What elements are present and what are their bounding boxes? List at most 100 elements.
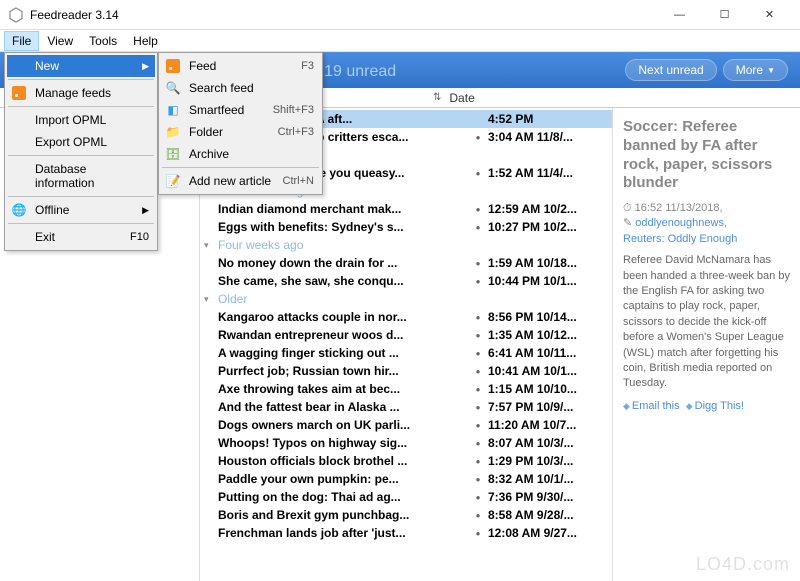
article-date: 10:27 PM 10/2... bbox=[488, 220, 608, 234]
article-title: Axe throwing takes aim at bec... bbox=[218, 382, 468, 396]
separator bbox=[8, 155, 154, 156]
article-date: 12:08 AM 9/27... bbox=[488, 526, 608, 540]
article-row[interactable]: Dogs owners march on UK parli...●11:20 A… bbox=[200, 416, 612, 434]
menu-offline[interactable]: 🌐Offline▶ bbox=[7, 199, 155, 221]
folder-icon: 📁 bbox=[165, 124, 181, 140]
menu-import-label: Import OPML bbox=[35, 113, 106, 127]
bullet-icon: ◆ bbox=[623, 401, 630, 411]
menu-help[interactable]: Help bbox=[125, 31, 166, 51]
article-row[interactable]: No money down the drain for ...●1:59 AM … bbox=[200, 254, 612, 272]
submenu-folder[interactable]: 📁 Folder Ctrl+F3 bbox=[161, 121, 320, 143]
preview-body: Referee David McNamara has been handed a… bbox=[623, 253, 790, 392]
article-date: 8:07 AM 10/3/... bbox=[488, 436, 608, 450]
article-row[interactable]: A wagging finger sticking out ...●6:41 A… bbox=[200, 344, 612, 362]
menu-manage-feeds[interactable]: Manage feeds bbox=[7, 82, 155, 104]
submenu-search-feed[interactable]: 🔍 Search feed bbox=[161, 77, 320, 99]
collapse-icon[interactable]: ▾ bbox=[204, 294, 218, 305]
article-row[interactable]: Eggs with benefits: Sydney's s...●10:27 … bbox=[200, 218, 612, 236]
article-date: 6:41 AM 10/11... bbox=[488, 346, 608, 360]
submenu-search-label: Search feed bbox=[189, 81, 254, 95]
column-date[interactable]: Date bbox=[441, 91, 482, 105]
menu-manage-label: Manage feeds bbox=[35, 86, 111, 100]
window-controls: — ☐ ✕ bbox=[657, 1, 792, 29]
submenu-feed[interactable]: FeedF3 bbox=[161, 55, 320, 77]
shortcut-label: Ctrl+F3 bbox=[278, 126, 314, 138]
search-icon: 🔍 bbox=[165, 80, 181, 96]
close-button[interactable]: ✕ bbox=[747, 1, 792, 29]
preview-meta: ⏱ 16:52 11/13/2018, ✎ oddlyenoughnews, R… bbox=[623, 201, 790, 247]
shortcut-label: F10 bbox=[130, 231, 149, 243]
article-row[interactable]: And the fattest bear in Alaska ...●7:57 … bbox=[200, 398, 612, 416]
unread-count: 19 unread bbox=[324, 63, 396, 81]
more-button[interactable]: More▼ bbox=[723, 59, 788, 81]
article-row[interactable]: Rwandan entrepreneur woos d...●1:35 AM 1… bbox=[200, 326, 612, 344]
menu-new-label: New bbox=[35, 59, 59, 73]
collapse-icon[interactable]: ▾ bbox=[204, 240, 218, 251]
article-date: 12:59 AM 10/2... bbox=[488, 202, 608, 216]
submenu-add-article[interactable]: 📝Add new articleCtrl+N bbox=[161, 170, 320, 192]
menu-new[interactable]: New▶ bbox=[7, 55, 155, 77]
article-row[interactable]: Boris and Brexit gym punchbag...●8:58 AM… bbox=[200, 506, 612, 524]
watermark: LO4D.com bbox=[696, 554, 790, 575]
shortcut-label: F3 bbox=[301, 60, 314, 72]
window-title: Feedreader 3.14 bbox=[30, 8, 657, 22]
more-label: More bbox=[736, 63, 763, 77]
article-title: Kangaroo attacks couple in nor... bbox=[218, 310, 468, 324]
preview-author-link[interactable]: oddlyenoughnews bbox=[635, 217, 724, 229]
article-row[interactable]: Axe throwing takes aim at bec...●1:15 AM… bbox=[200, 380, 612, 398]
article-date: 7:36 PM 9/30/... bbox=[488, 490, 608, 504]
article-icon: 📝 bbox=[165, 173, 181, 189]
preview-actions: ◆Email this ◆Digg This! bbox=[623, 400, 790, 412]
email-link[interactable]: Email this bbox=[632, 400, 680, 412]
digg-link[interactable]: Digg This! bbox=[695, 400, 744, 412]
article-title: No money down the drain for ... bbox=[218, 256, 468, 270]
group-header[interactable]: ▾Four weeks ago bbox=[200, 236, 612, 254]
article-title: Dogs owners march on UK parli... bbox=[218, 418, 468, 432]
article-row[interactable]: Putting on the dog: Thai ad ag...●7:36 P… bbox=[200, 488, 612, 506]
submenu-archive-label: Archive bbox=[189, 147, 229, 161]
menu-exit-label: Exit bbox=[35, 230, 55, 244]
article-date: 4:52 PM bbox=[488, 112, 608, 126]
menu-exit[interactable]: Exit F10 bbox=[7, 226, 155, 248]
article-date: 1:15 AM 10/10... bbox=[488, 382, 608, 396]
menu-export-opml[interactable]: Export OPML bbox=[7, 131, 155, 153]
submenu-smartfeed[interactable]: ◧SmartfeedShift+F3 bbox=[161, 99, 320, 121]
article-date: 11:20 AM 10/7... bbox=[488, 418, 608, 432]
menu-db-info[interactable]: Database information bbox=[7, 158, 155, 194]
menu-file[interactable]: File bbox=[4, 31, 39, 51]
minimize-button[interactable]: — bbox=[657, 1, 702, 29]
menu-view[interactable]: View bbox=[39, 31, 81, 51]
article-row[interactable]: Paddle your own pumpkin: pe...●8:32 AM 1… bbox=[200, 470, 612, 488]
submenu-folder-label: Folder bbox=[189, 125, 223, 139]
article-row[interactable]: Houston officials block brothel ...●1:29… bbox=[200, 452, 612, 470]
maximize-button[interactable]: ☐ bbox=[702, 1, 747, 29]
separator bbox=[8, 196, 154, 197]
article-date: 1:59 AM 10/18... bbox=[488, 256, 608, 270]
pencil-icon: ✎ bbox=[623, 217, 632, 229]
smartfeed-icon: ◧ bbox=[165, 102, 181, 118]
article-row[interactable]: Kangaroo attacks couple in nor...●8:56 P… bbox=[200, 308, 612, 326]
article-row[interactable]: Frenchman lands job after 'just...●12:08… bbox=[200, 524, 612, 542]
article-title: Boris and Brexit gym punchbag... bbox=[218, 508, 468, 522]
article-row[interactable]: She came, she saw, she conqu...●10:44 PM… bbox=[200, 272, 612, 290]
sort-icon[interactable]: ⇅ bbox=[433, 92, 441, 103]
preview-source-link[interactable]: Reuters: Oddly Enough bbox=[623, 233, 737, 245]
menu-dbinfo-label: Database information bbox=[35, 162, 149, 190]
menu-tools[interactable]: Tools bbox=[81, 31, 125, 51]
article-row[interactable]: Indian diamond merchant mak...●12:59 AM … bbox=[200, 200, 612, 218]
group-header[interactable]: ▾Older bbox=[200, 290, 612, 308]
separator bbox=[162, 167, 319, 168]
submenu-archive[interactable]: 🗄Archive bbox=[161, 143, 320, 165]
article-date: 7:57 PM 10/9/... bbox=[488, 400, 608, 414]
menu-import-opml[interactable]: Import OPML bbox=[7, 109, 155, 131]
article-row[interactable]: Whoops! Typos on highway sig...●8:07 AM … bbox=[200, 434, 612, 452]
next-unread-button[interactable]: Next unread bbox=[625, 59, 716, 81]
article-title: Indian diamond merchant mak... bbox=[218, 202, 468, 216]
group-label: Older bbox=[218, 292, 247, 306]
globe-icon: 🌐 bbox=[11, 202, 27, 218]
article-title: A wagging finger sticking out ... bbox=[218, 346, 468, 360]
preview-title: Soccer: Referee banned by FA after rock,… bbox=[623, 118, 790, 193]
article-row[interactable]: Purrfect job; Russian town hir...●10:41 … bbox=[200, 362, 612, 380]
new-submenu: FeedF3 🔍 Search feed ◧SmartfeedShift+F3 📁… bbox=[158, 52, 323, 195]
article-date: 10:44 PM 10/1... bbox=[488, 274, 608, 288]
